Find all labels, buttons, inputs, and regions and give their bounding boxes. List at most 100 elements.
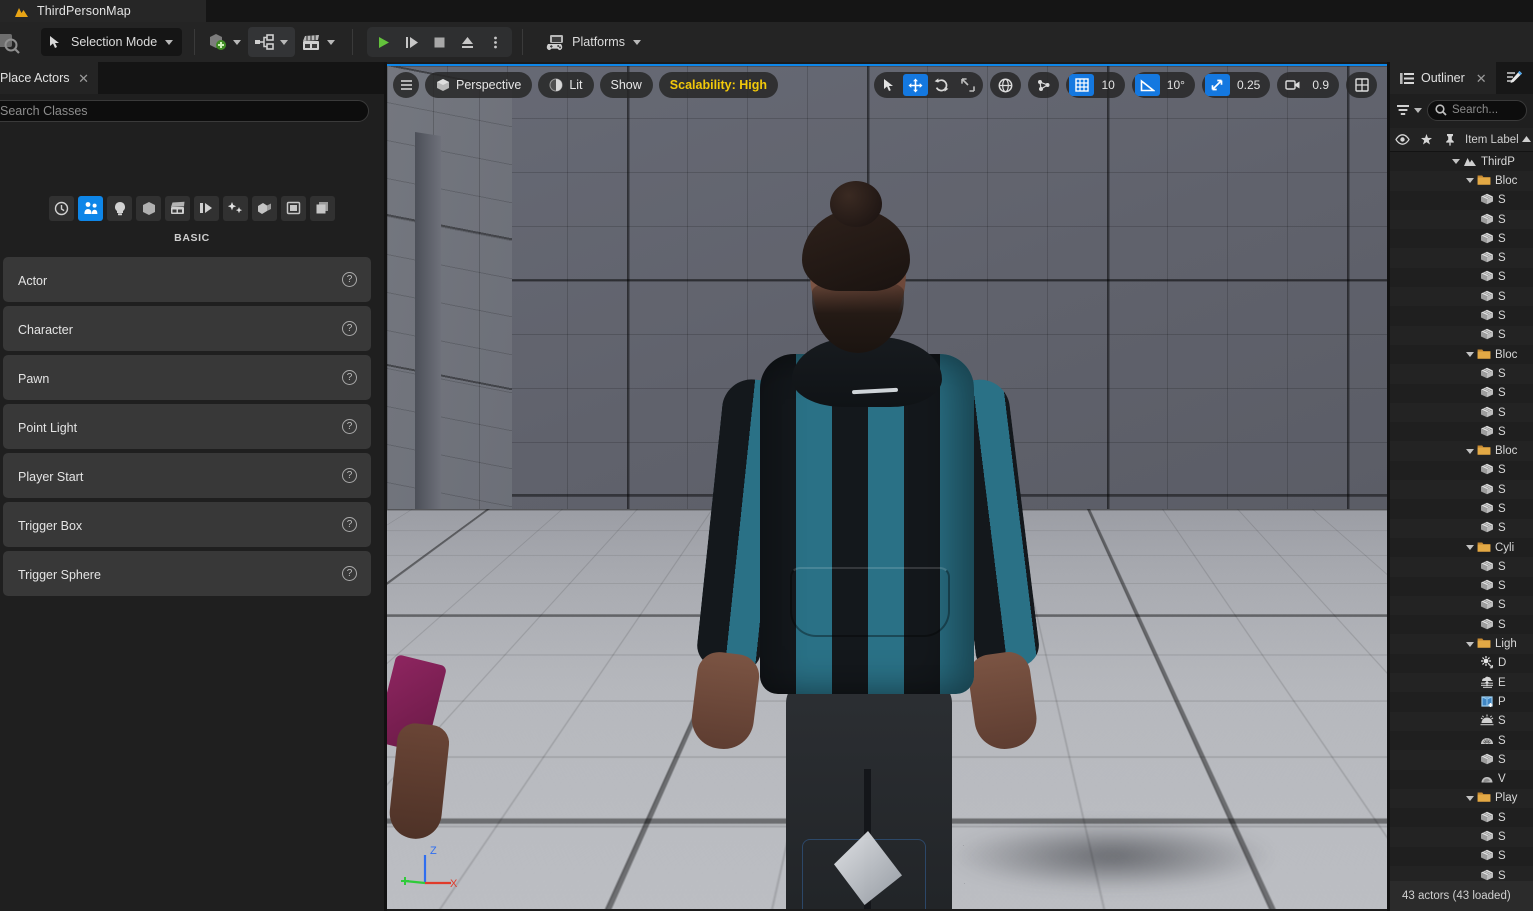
viewport-show-dropdown[interactable]: Show	[599, 72, 653, 98]
outliner-item-row[interactable]: S	[1390, 731, 1533, 750]
surface-snap-toggle[interactable]	[1031, 74, 1056, 96]
viewport-menu-hamburger-icon[interactable]	[393, 72, 419, 98]
camera-speed-value[interactable]: 0.9	[1306, 78, 1336, 92]
help-icon[interactable]: ?	[342, 272, 357, 287]
expand-arrow-icon[interactable]	[1466, 352, 1474, 358]
outliner-item-row[interactable]: P	[1390, 692, 1533, 711]
expand-arrow-icon[interactable]	[1466, 795, 1474, 801]
outliner-item-row[interactable]: S	[1390, 384, 1533, 403]
level-viewport[interactable]: Perspective Lit Show Scalability: High 1…	[387, 64, 1387, 909]
category-geometry[interactable]	[223, 195, 248, 221]
outliner-item-row[interactable]: V	[1390, 770, 1533, 789]
angle-snap-toggle[interactable]	[1134, 74, 1160, 96]
outliner-item-row[interactable]: S	[1390, 595, 1533, 616]
viewport-viewmode-dropdown[interactable]: Lit	[538, 72, 594, 98]
play-button[interactable]	[370, 29, 397, 55]
outliner-item-row[interactable]: S	[1390, 306, 1533, 325]
pin-column-header[interactable]	[1438, 128, 1462, 152]
category-cinematic[interactable]	[165, 195, 190, 221]
expand-arrow-icon[interactable]	[1466, 641, 1474, 647]
help-icon[interactable]: ?	[342, 419, 357, 434]
outliner-item-row[interactable]: S	[1390, 325, 1533, 345]
close-icon[interactable]: ✕	[1476, 72, 1487, 85]
outliner-folder-row[interactable]: Play	[1390, 788, 1533, 809]
angle-snap-value[interactable]: 10°	[1161, 78, 1192, 92]
item-label-column-header[interactable]: Item Label	[1465, 134, 1531, 146]
select-tool-button[interactable]	[877, 74, 902, 96]
outliner-item-row[interactable]: S	[1390, 615, 1533, 634]
place-actor-item[interactable]: Character?	[0, 305, 371, 354]
category-visual-effects[interactable]	[194, 195, 219, 221]
scale-snap-toggle[interactable]	[1204, 74, 1230, 96]
expand-arrow-icon[interactable]	[1466, 178, 1474, 184]
camera-speed-icon[interactable]	[1280, 74, 1305, 96]
outliner-item-row[interactable]: S	[1390, 248, 1533, 268]
grid-snap-value[interactable]: 10	[1095, 78, 1121, 92]
tab-place-actors[interactable]: Place Actors ✕	[0, 62, 98, 94]
category-basic[interactable]	[78, 195, 103, 221]
expand-arrow-icon[interactable]	[1452, 159, 1460, 165]
window-tab[interactable]: ThirdPersonMap	[0, 0, 206, 22]
outliner-item-row[interactable]: S	[1390, 287, 1533, 307]
outliner-item-row[interactable]: S	[1390, 268, 1533, 287]
category-recently-placed[interactable]	[49, 195, 74, 221]
outliner-item-row[interactable]: S	[1390, 422, 1533, 441]
content-browser-icon[interactable]	[0, 22, 32, 62]
world-coordinate-toggle[interactable]	[993, 74, 1018, 96]
favorite-column-header[interactable]	[1414, 128, 1438, 152]
blueprints-dropdown[interactable]	[248, 27, 296, 57]
outliner-item-row[interactable]: S	[1390, 711, 1533, 731]
help-icon[interactable]: ?	[342, 517, 357, 532]
outliner-item-row[interactable]: D	[1390, 654, 1533, 673]
play-more-options-button[interactable]	[482, 29, 509, 55]
selection-mode-dropdown[interactable]: Selection Mode	[41, 28, 183, 56]
outliner-folder-row[interactable]: Bloc	[1390, 171, 1533, 191]
place-actor-item[interactable]: Trigger Box?	[0, 501, 371, 550]
outliner-item-row[interactable]: S	[1390, 364, 1533, 384]
close-icon[interactable]: ✕	[78, 72, 89, 85]
place-actor-item[interactable]: Point Light?	[0, 403, 371, 452]
outliner-item-row[interactable]: S	[1390, 808, 1533, 827]
category-volumes[interactable]	[252, 195, 277, 221]
place-actor-item[interactable]: Actor?	[0, 256, 371, 305]
scale-snap-value[interactable]: 0.25	[1231, 78, 1267, 92]
expand-arrow-icon[interactable]	[1466, 545, 1474, 551]
outliner-folder-row[interactable]: Bloc	[1390, 345, 1533, 364]
outliner-item-row[interactable]: S	[1390, 518, 1533, 538]
outliner-item-row[interactable]: S	[1390, 191, 1533, 210]
viewport-camera-dropdown[interactable]: Perspective	[425, 72, 533, 98]
place-actor-item[interactable]: Pawn?	[0, 354, 371, 403]
outliner-item-row[interactable]: S	[1390, 827, 1533, 847]
outliner-item-row[interactable]: S	[1390, 480, 1533, 500]
category-more[interactable]	[310, 195, 335, 221]
outliner-folder-row[interactable]: Cyli	[1390, 538, 1533, 557]
outliner-item-row[interactable]: S	[1390, 557, 1533, 577]
outliner-item-row[interactable]: S	[1390, 461, 1533, 480]
search-classes-input[interactable]: Search Classes	[0, 100, 369, 122]
tab-details[interactable]	[1495, 62, 1533, 94]
viewport-scalability-button[interactable]: Scalability: High	[658, 72, 779, 98]
expand-arrow-icon[interactable]	[1466, 448, 1474, 454]
visibility-column-header[interactable]	[1390, 128, 1414, 152]
eject-button[interactable]	[454, 29, 481, 55]
add-actor-dropdown[interactable]	[201, 27, 248, 57]
outliner-item-row[interactable]: ThirdP	[1390, 152, 1533, 171]
outliner-search-input[interactable]: Search...	[1427, 99, 1527, 121]
rotate-tool-button[interactable]	[929, 74, 954, 96]
category-lights[interactable]	[107, 195, 132, 221]
category-shapes[interactable]	[136, 195, 161, 221]
outliner-filter-button[interactable]	[1396, 104, 1422, 117]
cinematics-dropdown[interactable]	[295, 27, 342, 57]
move-tool-button[interactable]	[903, 74, 929, 96]
outliner-item-row[interactable]: S	[1390, 209, 1533, 230]
help-icon[interactable]: ?	[342, 468, 357, 483]
platforms-dropdown[interactable]: Platforms	[537, 27, 649, 57]
place-actor-item[interactable]: Trigger Sphere?	[0, 550, 371, 599]
outliner-folder-row[interactable]: Bloc	[1390, 441, 1533, 461]
outliner-folder-row[interactable]: Ligh	[1390, 634, 1533, 654]
tab-outliner[interactable]: Outliner ✕	[1390, 62, 1496, 94]
scale-tool-button[interactable]	[955, 74, 980, 96]
stop-button[interactable]	[426, 29, 453, 55]
outliner-item-row[interactable]: S	[1390, 847, 1533, 866]
place-actor-item[interactable]: Player Start?	[0, 452, 371, 501]
